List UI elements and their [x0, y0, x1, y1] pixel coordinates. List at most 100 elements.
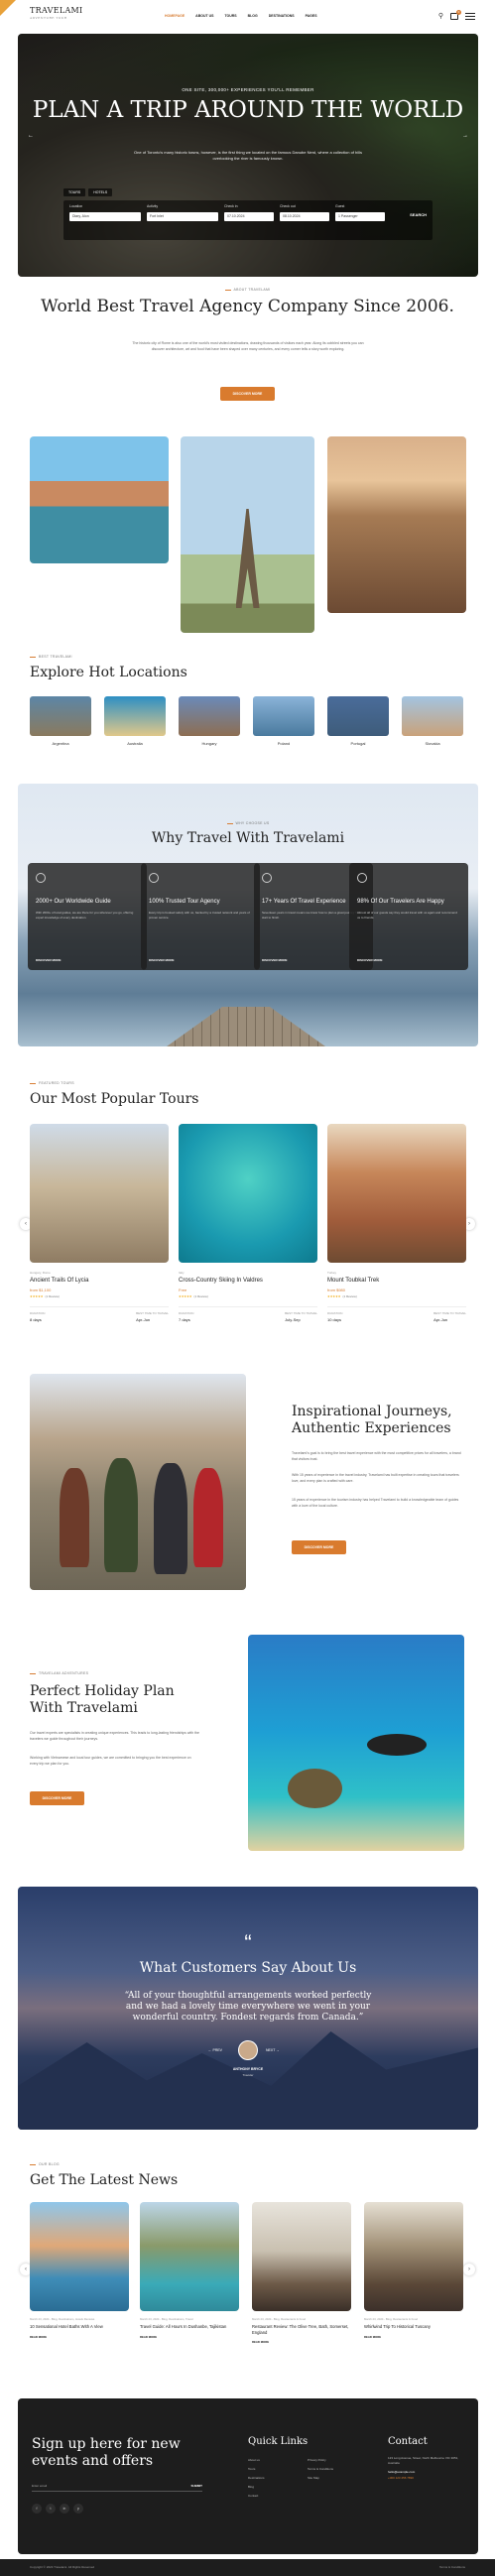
tour-card[interactable]: Italy Cross-Country Skiing In Valdres Fr… [179, 1124, 317, 1322]
social-links: f t in p [32, 2504, 83, 2514]
duration-label: DURATION [30, 1311, 46, 1315]
hero-prev-icon[interactable]: ← [28, 133, 34, 139]
why-card-title: 98% Of Our Travelers Are Happy [357, 899, 444, 905]
holiday-text-2: Working with Vietnamese and local tour g… [30, 1756, 191, 1766]
locations-kicker: BEST TRAVELAMI [30, 655, 72, 659]
cappadocia-image [327, 436, 466, 613]
news-meta: March 23, 2024 - Blog, Restaurants & Foo… [364, 2317, 418, 2321]
nav-tours[interactable]: TOURS [224, 14, 236, 18]
why-card-title: 2000+ Our Worldwide Guide [36, 899, 111, 905]
holiday-discover-button[interactable]: DISCOVER MORE [30, 1791, 84, 1805]
turtle-shape [288, 1769, 342, 1808]
contact-phone[interactable]: +000 123 456 7890 [388, 2476, 414, 2480]
read-more-link[interactable]: READ MORE [364, 2335, 463, 2339]
hero-next-icon[interactable]: → [462, 133, 468, 139]
news-meta: March 23, 2024 - Blog, Destinations, Hot… [30, 2317, 95, 2321]
guest-field[interactable]: 1 Passenger [335, 212, 385, 221]
tour-duration: 8 days [30, 1317, 42, 1322]
news-card[interactable]: March 23, 2024 - Blog, Destinations, Hot… [30, 2202, 129, 2339]
location-card[interactable]: Australia [104, 696, 166, 746]
nav-about[interactable]: ABOUT US [195, 14, 213, 18]
tour-card[interactable]: Turkey Mount Toubkal Trek from $980 ★★★★… [327, 1124, 466, 1322]
location-card[interactable]: Argentina [30, 696, 91, 746]
footer-link[interactable]: Blog [248, 2483, 265, 2492]
best-time-label: BEST TIME TO TRAVEL [285, 1311, 317, 1315]
news-meta: March 23, 2024 - Blog, Restaurants & Foo… [252, 2317, 306, 2321]
read-more-link[interactable]: READ MORE [140, 2335, 239, 2339]
menu-icon[interactable] [465, 12, 475, 20]
twitter-icon[interactable]: t [46, 2504, 56, 2514]
journeys-text-2: With 15 years of experience in the trave… [292, 1473, 459, 1483]
newsletter-title: Sign up here for new events and offers [32, 2436, 181, 2469]
search-icon[interactable]: ⚲ [438, 12, 443, 20]
newsletter-email-input[interactable]: Enter email SUBMIT [32, 2484, 202, 2492]
why-card-link[interactable]: DISCOVER MORE [36, 958, 62, 962]
about-discover-button[interactable]: DISCOVER MORE [220, 387, 275, 401]
paris-image [181, 436, 314, 633]
checkout-field[interactable]: 08.10.2024 [280, 212, 329, 221]
main-nav: HOMEPAGE ABOUT US TOURS BLOG DESTINATION… [165, 14, 317, 18]
why-card-link[interactable]: DISCOVER MORE [149, 958, 175, 962]
nav-home[interactable]: HOMEPAGE [165, 14, 185, 18]
news-headline: 10 Sensational Hotel Baths With A View [30, 2324, 103, 2329]
copyright: Copyright © 2024 Travelami. All Rights R… [30, 2565, 95, 2569]
footer-link[interactable]: Site Map [308, 2474, 333, 2483]
cart-icon[interactable]: 0 [450, 9, 461, 20]
contact-email[interactable]: hello@example.com [388, 2470, 415, 2474]
news-card[interactable]: March 23, 2024 - Blog, Restaurants & Foo… [364, 2202, 463, 2339]
footer-link[interactable]: Tours [248, 2465, 265, 2474]
checkout-label: Check out [280, 204, 296, 208]
footer-link[interactable]: Destinations [248, 2474, 265, 2483]
why-card: 100% Trusted Tour Agency Every trip is bo… [141, 863, 260, 970]
checkin-field[interactable]: 07.10.2024 [224, 212, 274, 221]
tour-rating: ★★★★★ (1 Review) [30, 1294, 60, 1298]
nav-destinations[interactable]: DESTINATIONS [269, 14, 295, 18]
facebook-icon[interactable]: f [32, 2504, 42, 2514]
diver-image [248, 1635, 464, 1851]
footer-link[interactable]: Privacy Policy [308, 2456, 333, 2465]
nav-blog[interactable]: BLOG [248, 14, 258, 18]
quick-links-col2: Privacy Policy Terms & Conditions Site M… [308, 2456, 333, 2483]
footer-link[interactable]: Terms & Conditions [308, 2465, 333, 2474]
tab-tours[interactable]: TOURS [63, 188, 86, 196]
why-card-link[interactable]: DISCOVER MORE [262, 958, 288, 962]
location-card[interactable]: Hungary [179, 696, 240, 746]
journeys-discover-button[interactable]: DISCOVER MORE [292, 1540, 346, 1554]
testimonial-next[interactable]: NEXT → [266, 2048, 280, 2052]
read-more-link[interactable]: READ MORE [252, 2340, 351, 2344]
newsletter-submit-button[interactable]: SUBMIT [191, 2484, 203, 2488]
tour-price: Free [179, 1288, 187, 1292]
about-kicker: ABOUT TRAVELAMI [0, 288, 495, 292]
contact-title: Contact [388, 2436, 428, 2447]
read-more-link[interactable]: READ MORE [30, 2335, 129, 2339]
pinterest-icon[interactable]: p [73, 2504, 83, 2514]
holiday-title: Perfect Holiday Plan With Travelami [30, 1683, 175, 1716]
site-logo[interactable]: TRAVELAMI ADVENTURE TOUR [30, 6, 83, 20]
testimonial-prev[interactable]: ← PREV [208, 2048, 222, 2052]
about-text: The historic city of Rome is also one of… [132, 341, 364, 351]
activity-field[interactable]: Fort Inlet [147, 212, 218, 221]
search-bar: Location Diary, Alon Activity Fort Inlet C… [63, 200, 433, 240]
testimonial-quote: “All of your thoughtful arrangements wor… [124, 1991, 372, 2023]
tour-price: from $980 [327, 1288, 346, 1292]
location-card[interactable]: Poland [253, 696, 314, 746]
location-card[interactable]: Slovakia [402, 696, 463, 746]
news-card[interactable]: March 23, 2024 - Blog, Restaurants & Foo… [252, 2202, 351, 2344]
news-card[interactable]: March 23, 2024 - Blog, Destinations, Tra… [140, 2202, 239, 2339]
location-name: Slovakia [425, 741, 440, 746]
footer-link[interactable]: Contact [248, 2492, 265, 2501]
why-card: 2000+ Our Worldwide Guide With 2000+ of l… [28, 863, 147, 970]
terms-link[interactable]: Terms & Conditions [439, 2565, 465, 2569]
why-card-text: With 2000+ of local guides, we are there… [36, 911, 134, 920]
instagram-icon[interactable]: in [60, 2504, 69, 2514]
location-field[interactable]: Diary, Alon [69, 212, 141, 221]
location-card[interactable]: Portugal [327, 696, 389, 746]
why-card-link[interactable]: DISCOVER MORE [357, 958, 383, 962]
search-button[interactable]: SEARCH [410, 212, 427, 217]
logo-tagline: ADVENTURE TOUR [30, 16, 67, 20]
tab-hotels[interactable]: HOTELS [88, 188, 113, 196]
tour-card[interactable]: Hungary, Rome Ancient Trails Of Lycia fr… [30, 1124, 169, 1322]
footer-link[interactable]: About us [248, 2456, 265, 2465]
news-next-icon[interactable]: › [463, 2264, 475, 2275]
nav-pages[interactable]: PAGES [306, 14, 317, 18]
